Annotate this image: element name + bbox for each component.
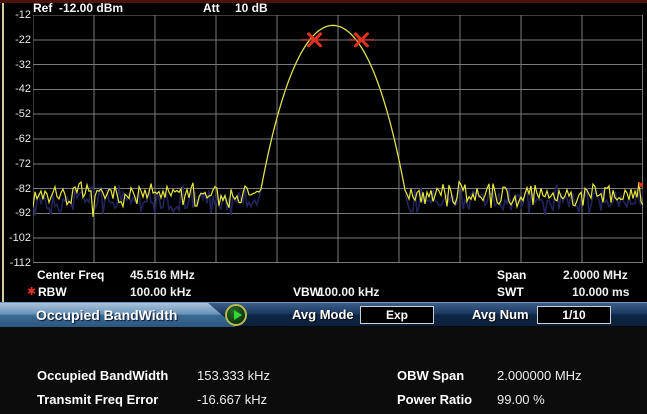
y-axis-tick-label: -22 bbox=[1, 34, 31, 46]
function-menu-bar: Occupied BandWidth Avg Mode Exp Avg Num … bbox=[0, 302, 647, 327]
span-label: Span bbox=[497, 268, 526, 282]
play-triangle-icon bbox=[234, 310, 242, 320]
y-axis-tick-label: -92 bbox=[1, 207, 31, 219]
transmit-freq-error-label: Transmit Freq Error bbox=[37, 392, 158, 407]
y-axis-tick-label: -12 bbox=[1, 9, 31, 21]
vbw-value: 100.00 kHz bbox=[318, 285, 379, 299]
rbw-uncal-asterisk-icon: ✱ bbox=[27, 285, 36, 298]
center-freq-value: 45.516 MHz bbox=[130, 268, 195, 282]
y-axis-tick-label: -42 bbox=[1, 83, 31, 95]
attenuation-label: Att bbox=[203, 1, 220, 14]
obw-span-value: 2.000000 MHz bbox=[497, 368, 582, 383]
avg-mode-value-box[interactable]: Exp bbox=[360, 306, 434, 324]
trace-edge-marker bbox=[639, 183, 643, 187]
attenuation-value: 10 dB bbox=[235, 1, 268, 14]
rbw-label: RBW bbox=[38, 285, 67, 299]
vbw-label: VBW bbox=[293, 285, 321, 299]
obw-result-value: 153.333 kHz bbox=[197, 368, 270, 383]
transmit-freq-error-value: -16.667 kHz bbox=[197, 392, 267, 407]
power-ratio-label: Power Ratio bbox=[397, 392, 472, 407]
swt-value: 10.000 ms bbox=[572, 285, 629, 299]
ref-level-label: Ref bbox=[33, 1, 52, 14]
y-axis-tick-label: -82 bbox=[1, 183, 31, 195]
menu-title-tab: Occupied BandWidth bbox=[0, 303, 238, 327]
y-axis-tick-label: -52 bbox=[1, 108, 31, 120]
power-ratio-value: 99.00 % bbox=[497, 392, 545, 407]
rbw-value: 100.00 kHz bbox=[130, 285, 191, 299]
y-axis-tick-label: -32 bbox=[1, 59, 31, 71]
obw-result-label: Occupied BandWidth bbox=[37, 368, 168, 383]
avg-num-value-box[interactable]: 1/10 bbox=[537, 306, 611, 324]
run-continuous-icon[interactable] bbox=[225, 304, 247, 326]
obw-span-label: OBW Span bbox=[397, 368, 464, 383]
avg-num-label: Avg Num bbox=[472, 303, 529, 327]
y-axis-tick-label: -72 bbox=[1, 158, 31, 170]
ref-level-value: -12.00 dBm bbox=[59, 1, 123, 14]
center-freq-label: Center Freq bbox=[37, 268, 104, 282]
avg-mode-label: Avg Mode bbox=[292, 303, 354, 327]
spectrum-plot bbox=[33, 15, 643, 263]
swt-label: SWT bbox=[497, 285, 524, 299]
span-value: 2.0000 MHz bbox=[563, 268, 628, 282]
spectrum-analyzer-screen: Ref -12.00 dBm Att 10 dB -12 -22 -32 -42 -52… bbox=[0, 0, 647, 414]
y-axis-tick-label: -102 bbox=[1, 232, 31, 244]
spectrum-plot-area bbox=[33, 15, 643, 263]
y-axis-tick-label: -112 bbox=[1, 257, 31, 269]
y-axis-tick-label: -62 bbox=[1, 133, 31, 145]
menu-title: Occupied BandWidth bbox=[36, 303, 177, 327]
